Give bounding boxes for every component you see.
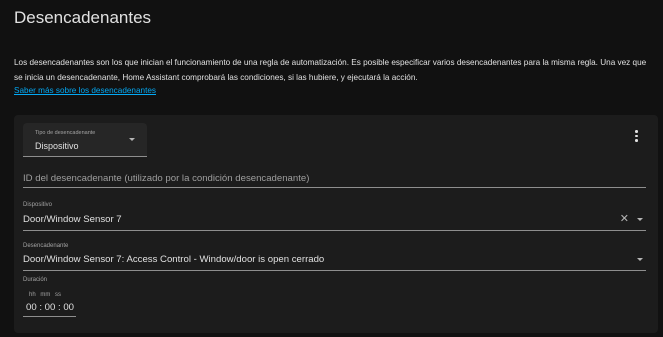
trigger-type-label: Tipo de desencadenante — [35, 130, 96, 136]
trigger-id-placeholder: ID del desencadenante (utilizado por la … — [23, 173, 310, 184]
page-description: Los desencadenantes son los que inician … — [14, 58, 647, 82]
chevron-down-icon[interactable] — [637, 218, 643, 221]
trigger-field[interactable]: Desencadenante Door/Window Sensor 7: Acc… — [23, 240, 646, 271]
duration-label: Duración — [23, 277, 48, 283]
duration-input[interactable]: hh mm ss 00 : 00 : 00 — [23, 290, 76, 317]
page-title: Desencadenantes — [14, 8, 152, 27]
trigger-type-value: Dispositivo — [35, 141, 79, 151]
learn-more-link[interactable]: Saber más sobre los desencadenantes — [14, 86, 156, 95]
device-field-value: Door/Window Sensor 7 — [23, 214, 122, 225]
kebab-menu-icon[interactable] — [635, 130, 639, 144]
trigger-field-value: Door/Window Sensor 7: Access Control - W… — [23, 254, 325, 265]
duration-units: hh mm ss — [29, 292, 62, 298]
device-field[interactable]: Dispositivo Door/Window Sensor 7 ✕ — [23, 200, 646, 231]
chevron-down-icon[interactable] — [637, 258, 643, 261]
trigger-card: Tipo de desencadenante Dispositivo ID de… — [14, 115, 658, 333]
close-icon[interactable]: ✕ — [620, 214, 629, 225]
trigger-id-field[interactable]: ID del desencadenante (utilizado por la … — [23, 169, 646, 188]
chevron-down-icon — [129, 138, 135, 141]
device-field-label: Dispositivo — [23, 202, 53, 208]
trigger-field-label: Desencadenante — [23, 243, 69, 249]
duration-value[interactable]: 00 : 00 : 00 — [26, 302, 74, 313]
trigger-type-select[interactable]: Tipo de desencadenante Dispositivo — [23, 123, 147, 157]
